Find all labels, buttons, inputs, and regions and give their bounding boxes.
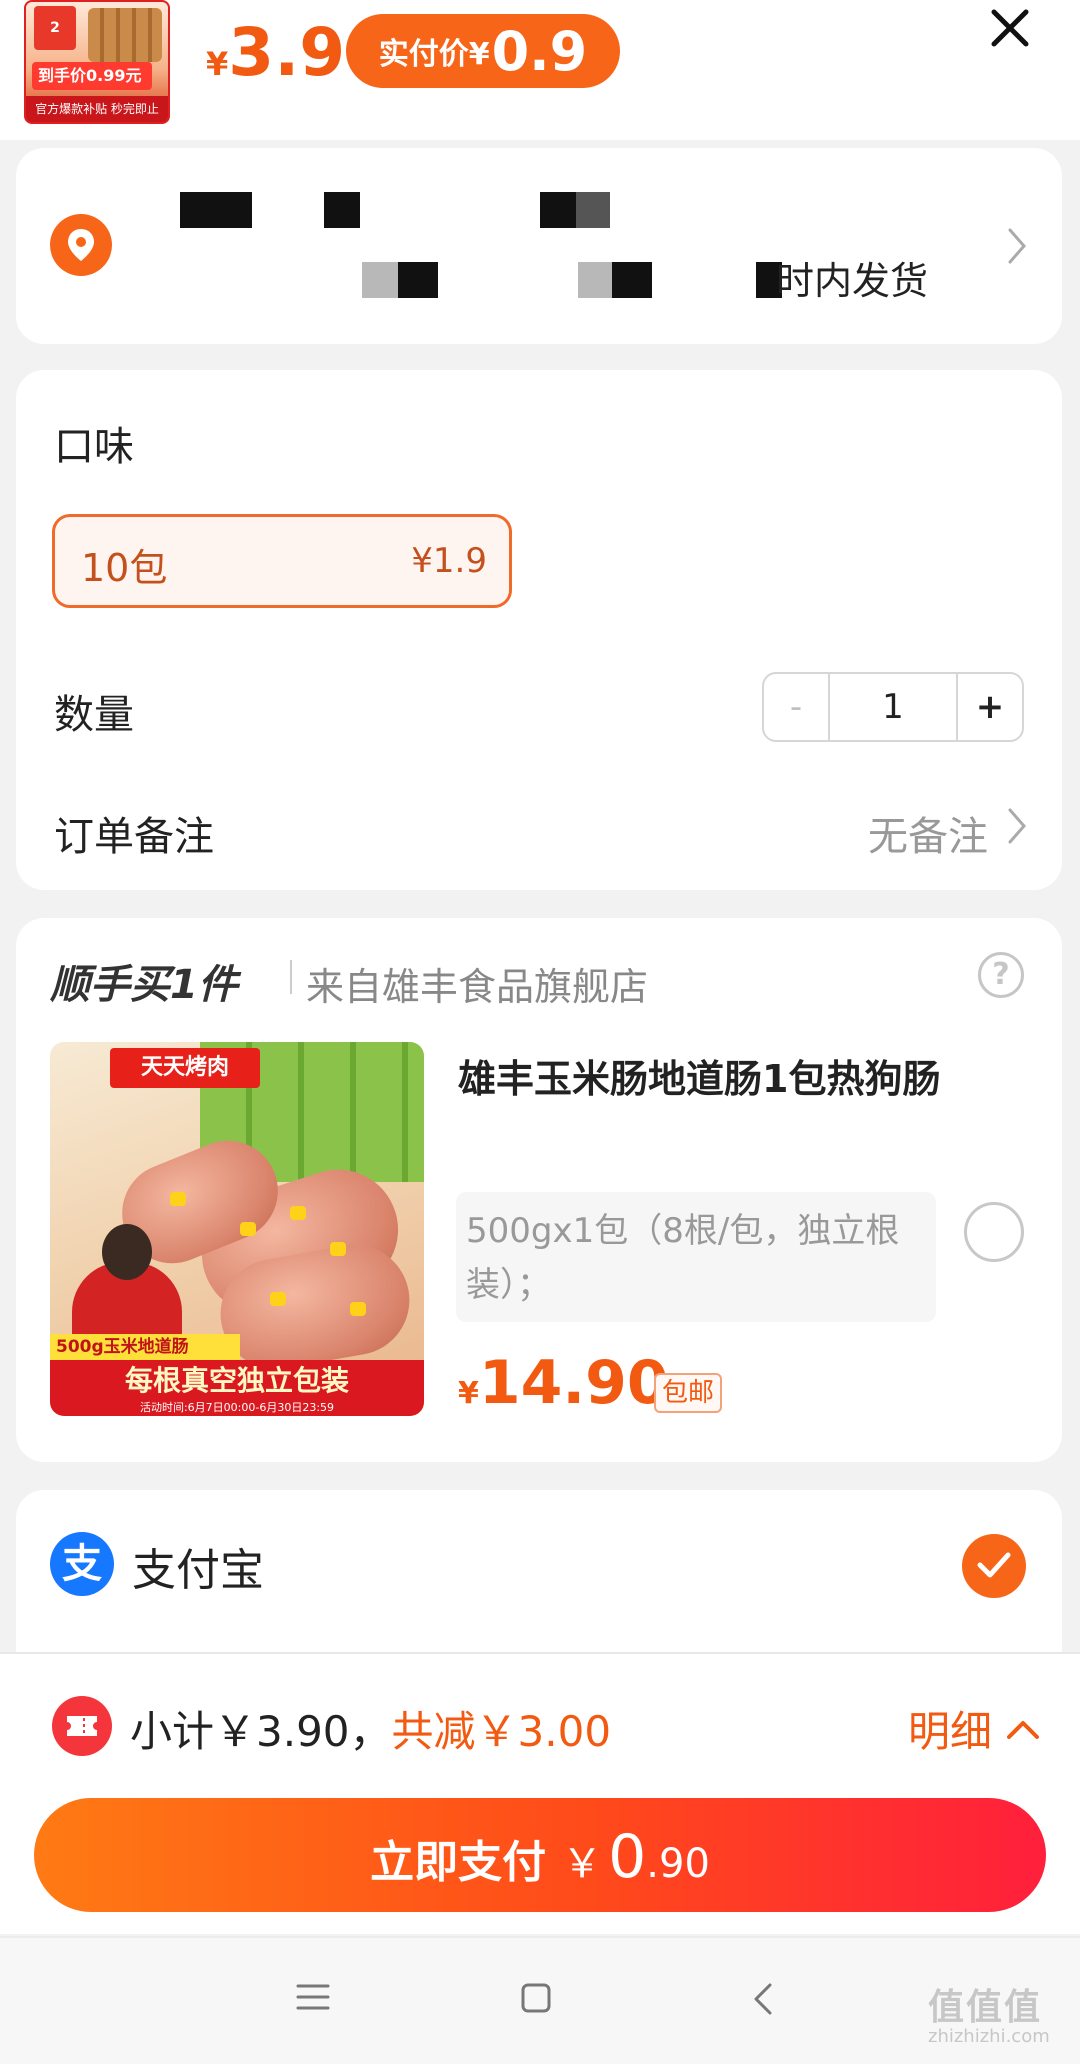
upsell-divider [290,960,292,994]
pay-button-amount-integer: 0 [608,1822,647,1892]
upsell-product-price: ¥14.90 [458,1348,669,1418]
pay-button-label: 立即支付 [370,1837,547,1888]
image-person-head [102,1224,152,1280]
quantity-label: 数量 [54,692,134,738]
thumbnail-badge: 2 [34,6,76,50]
options-card: 口味 10包 ¥1.9 数量 - 1 + 订单备注 无备注 [16,370,1062,890]
image-banner: 天天烤肉 [110,1048,260,1088]
back-icon[interactable] [752,1982,774,2020]
checkmark-icon[interactable] [962,1534,1026,1598]
upsell-product-name[interactable]: 雄丰玉米肠地道肠1包热狗肠 [458,1046,948,1112]
redacted-tag [540,192,576,228]
image-corn [240,1222,256,1236]
actual-price-value: 0.9 [491,19,588,83]
image-corn [330,1242,346,1256]
actual-price-pill: 实付价¥ 0.9 [346,14,620,88]
quantity-increase-button[interactable]: + [956,674,1022,740]
thumbnail-footer: 官方爆款补贴 秒完即止 [26,96,168,122]
pay-button-currency: ￥ [562,1841,603,1887]
quantity-value[interactable]: 1 [830,674,956,740]
location-icon [50,214,112,276]
upsell-product-image[interactable]: 天天烤肉 500g玉米地道肠 每根真空独立包装 活动时间:6月7日00:00-6… [50,1042,424,1416]
detail-label: 明细 [907,1707,992,1756]
ship-time-text: 时内发货 [776,259,929,303]
help-icon[interactable]: ? [978,952,1024,998]
free-shipping-tag: 包邮 [654,1373,723,1413]
redacted-address-2 [398,262,438,298]
image-corn [170,1192,186,1206]
upsell-select-radio[interactable] [964,1202,1024,1262]
upsell-price-value: 14.90 [478,1348,669,1418]
alipay-icon: 支 [50,1532,114,1596]
upsell-price-currency: ¥ [458,1376,479,1411]
thumbnail-price-tag: 到手价0.99元 [32,62,152,90]
redacted-address-1 [362,262,398,298]
chevron-up-icon [1007,1720,1039,1739]
checkout-bar: 小计￥3.90，共减￥3.00 明细 立即支付 ￥ 0 .90 [0,1652,1080,1934]
variant-name: 10包 [81,546,168,590]
remark-value[interactable]: 无备注 [868,804,988,862]
header-price-currency: ¥ [206,45,229,83]
variant-option[interactable]: 10包 ¥1.9 [52,514,512,608]
quantity-stepper: - 1 + [762,672,1024,742]
menu-icon[interactable] [296,1982,330,2016]
watermark-logo: 值值值 [928,1987,1043,2028]
close-icon[interactable] [986,4,1034,52]
redacted-address-3 [578,262,612,298]
thumbnail-food-image [88,8,162,62]
quantity-decrease-button[interactable]: - [764,674,830,740]
payment-method-name: 支付宝 [132,1545,264,1596]
subtotal-text: 小计￥3.90，共减￥3.00 [130,1698,611,1759]
image-band-text: 每根真空独立包装 [124,1364,349,1397]
remark-label: 订单备注 [54,814,214,860]
product-thumbnail: 2 到手价0.99元 官方爆款补贴 秒完即止 [24,0,170,124]
redacted-name [180,192,252,228]
image-band: 每根真空独立包装 活动时间:6月7日00:00-6月30日23:59 [50,1360,424,1416]
redacted-address-4 [612,262,652,298]
variant-price: ¥1.9 [411,541,487,581]
upsell-store: 来自雄丰食品旗舰店 [306,965,649,1009]
header-price-value: 3.9 [228,14,346,91]
header-price: ¥3.9 [206,14,345,91]
chevron-right-icon[interactable] [1006,806,1028,850]
flavor-label: 口味 [54,424,134,470]
image-corn [290,1206,306,1220]
redacted-phone [324,192,360,228]
pay-button-amount-decimal: .90 [646,1841,710,1887]
image-corn [350,1302,366,1316]
chevron-right-icon [1006,226,1028,270]
product-header: 2 到手价0.99元 官方爆款补贴 秒完即止 ¥3.9 实付价¥ 0.9 [0,0,1080,140]
discount-value: 共减￥3.00 [391,1707,612,1756]
image-promo-time: 活动时间:6月7日00:00-6月30日23:59 [139,1401,335,1414]
coupon-icon [52,1696,112,1756]
redacted-tag-2 [576,192,610,228]
address-card[interactable]: 时内发货 [16,148,1062,344]
watermark-url: zhizhizhi.com [928,2026,1050,2047]
actual-price-label: 实付价¥ [378,37,490,72]
subtotal-value: 小计￥3.90， [130,1707,392,1756]
system-nav-bar [0,1936,1080,2064]
upsell-title: 顺手买1件 [50,962,238,1008]
detail-toggle[interactable]: 明细 [908,1698,1040,1759]
image-weight-label: 500g玉米地道肠 [50,1334,240,1360]
upsell-card: 顺手买1件 来自雄丰食品旗舰店 ? 天天烤肉 500g玉米地道肠 每根真空独立包… [16,918,1062,1462]
home-square-icon[interactable] [520,1982,552,2018]
upsell-product-spec[interactable]: 500gx1包（8根/包，独立根装）； [456,1192,936,1322]
image-corn [270,1292,286,1306]
pay-now-button[interactable]: 立即支付 ￥ 0 .90 [34,1798,1046,1912]
